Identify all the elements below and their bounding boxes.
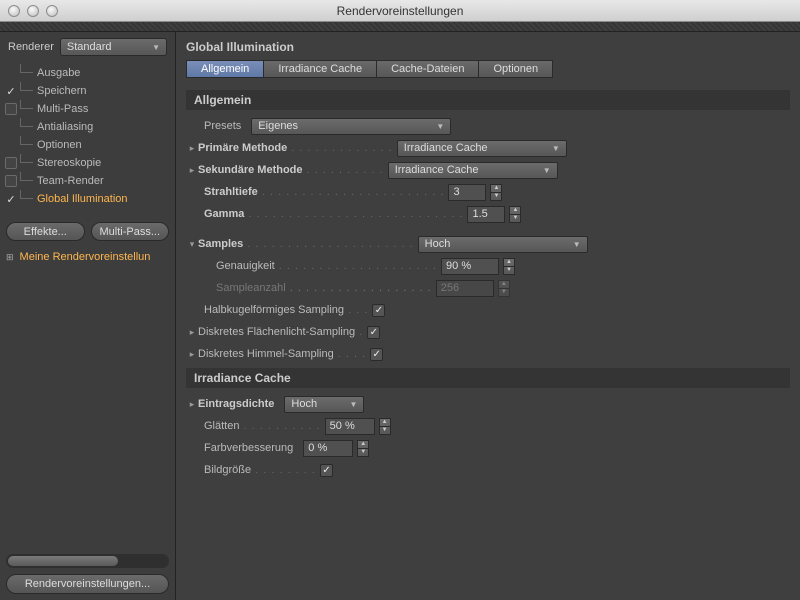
depth-spinner[interactable]: ▲▼: [490, 184, 502, 201]
window-title: Rendervoreinstellungen: [0, 4, 800, 18]
chevron-down-icon: ▼: [436, 122, 444, 131]
gamma-field[interactable]: 1.5: [467, 206, 505, 223]
accuracy-spinner[interactable]: ▲▼: [503, 258, 515, 275]
secondary-method-select[interactable]: Irradiance Cache▼: [388, 162, 558, 179]
disclosure-icon[interactable]: ▸: [186, 165, 198, 176]
accuracy-field[interactable]: 90 %: [441, 258, 499, 275]
titlebar: Rendervoreinstellungen: [0, 0, 800, 22]
gamma-label: Gamma: [204, 208, 244, 220]
hemi-label: Halbkugelförmiges Sampling: [204, 304, 344, 316]
size-label: Bildgröße: [204, 464, 251, 476]
color-field[interactable]: 0 %: [303, 440, 353, 457]
sidebar-scrollbar[interactable]: [6, 554, 169, 568]
samplecount-field: 256: [436, 280, 494, 297]
presets-select[interactable]: Eigenes▼: [251, 118, 451, 135]
tab-irradiance-cache[interactable]: Irradiance Cache: [263, 60, 377, 78]
color-label: Farbverbesserung: [204, 442, 293, 454]
sky-sampling-checkbox[interactable]: ✓: [370, 348, 383, 361]
tab-allgemein[interactable]: Allgemein: [186, 60, 264, 78]
depth-label: Strahltiefe: [204, 186, 258, 198]
sky-sampling-label: Diskretes Himmel-Sampling: [198, 348, 334, 360]
section-allgemein: Allgemein: [186, 90, 790, 110]
samples-select[interactable]: Hoch▼: [418, 236, 588, 253]
sidebar-item-stereoskopie[interactable]: Stereoskopie: [0, 154, 175, 172]
sidebar-item-antialiasing[interactable]: Antialiasing: [0, 118, 175, 136]
chevron-down-icon: ▼: [552, 144, 560, 153]
section-irradiance-cache: Irradiance Cache: [186, 368, 790, 388]
expand-icon[interactable]: ⊞: [6, 252, 14, 263]
disclosure-icon[interactable]: ▾: [186, 239, 198, 250]
scrollbar-thumb[interactable]: [8, 556, 118, 566]
tab-cache-dateien[interactable]: Cache-Dateien: [376, 60, 479, 78]
chevron-down-icon: ▼: [152, 43, 160, 52]
panel-title: Global Illumination: [176, 32, 800, 60]
primary-method-label: Primäre Methode: [198, 142, 287, 154]
tab-optionen[interactable]: Optionen: [478, 60, 553, 78]
samplecount-spinner: ▲▼: [498, 280, 510, 297]
sidebar-item-speichern[interactable]: ✓Speichern: [0, 82, 175, 100]
area-sampling-checkbox[interactable]: ✓: [367, 326, 380, 339]
disclosure-icon[interactable]: ▸: [186, 143, 198, 154]
disclosure-icon[interactable]: ▸: [186, 327, 198, 338]
presets-label: Presets: [204, 120, 241, 132]
smooth-label: Glätten: [204, 420, 239, 432]
sidebar: Renderer Standard ▼ Ausgabe ✓Speichern M…: [0, 32, 176, 600]
preset-name[interactable]: Meine Rendervoreinstellun: [20, 251, 151, 263]
render-settings-tree: Ausgabe ✓Speichern Multi-Pass Antialiasi…: [0, 62, 175, 216]
main-panel: Global Illumination Allgemein Irradiance…: [176, 32, 800, 600]
zoom-icon[interactable]: [46, 5, 58, 17]
size-checkbox[interactable]: ✓: [320, 464, 333, 477]
close-icon[interactable]: [8, 5, 20, 17]
smooth-field[interactable]: 50 %: [325, 418, 375, 435]
color-spinner[interactable]: ▲▼: [357, 440, 369, 457]
render-settings-button[interactable]: Rendervoreinstellungen...: [6, 574, 169, 594]
disclosure-icon[interactable]: ▸: [186, 399, 198, 410]
chevron-down-icon: ▼: [573, 240, 581, 249]
minimize-icon[interactable]: [27, 5, 39, 17]
density-label: Eintragsdichte: [198, 398, 274, 410]
sidebar-item-multipass[interactable]: Multi-Pass: [0, 100, 175, 118]
chevron-down-icon: ▼: [349, 400, 357, 409]
accuracy-label: Genauigkeit: [216, 260, 275, 272]
chevron-down-icon: ▼: [543, 166, 551, 175]
samples-label: Samples: [198, 238, 243, 250]
sidebar-item-ausgabe[interactable]: Ausgabe: [0, 64, 175, 82]
samplecount-label: Sampleanzahl: [216, 282, 286, 294]
sidebar-item-gi[interactable]: ✓Global Illumination: [0, 190, 175, 208]
toolbar-grip: [0, 22, 800, 32]
hemi-checkbox[interactable]: ✓: [372, 304, 385, 317]
depth-field[interactable]: 3: [448, 184, 486, 201]
gamma-spinner[interactable]: ▲▼: [509, 206, 521, 223]
sidebar-item-team-render[interactable]: Team-Render: [0, 172, 175, 190]
disclosure-icon[interactable]: ▸: [186, 349, 198, 360]
sidebar-item-optionen[interactable]: Optionen: [0, 136, 175, 154]
window-controls: [8, 5, 58, 17]
area-sampling-label: Diskretes Flächenlicht-Sampling: [198, 326, 355, 338]
tabs: Allgemein Irradiance Cache Cache-Dateien…: [176, 60, 800, 86]
effects-button[interactable]: Effekte...: [6, 222, 85, 241]
secondary-method-label: Sekundäre Methode: [198, 164, 303, 176]
multipass-button[interactable]: Multi-Pass...: [91, 222, 170, 241]
smooth-spinner[interactable]: ▲▼: [379, 418, 391, 435]
primary-method-select[interactable]: Irradiance Cache▼: [397, 140, 567, 157]
density-select[interactable]: Hoch▼: [284, 396, 364, 413]
renderer-select[interactable]: Standard ▼: [60, 38, 167, 56]
renderer-label: Renderer: [8, 41, 54, 53]
